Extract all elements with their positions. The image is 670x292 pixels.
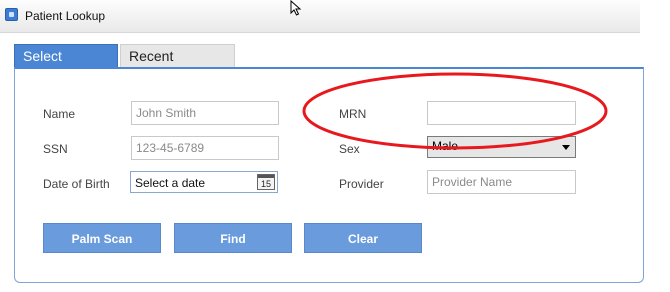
clear-button[interactable]: Clear bbox=[304, 223, 422, 253]
mrn-input[interactable] bbox=[427, 101, 576, 125]
sex-selected-value: Male bbox=[432, 139, 459, 153]
name-label: Name bbox=[43, 107, 76, 121]
provider-label: Provider bbox=[339, 177, 384, 191]
window-title: Patient Lookup bbox=[25, 9, 106, 23]
app-window-icon bbox=[5, 8, 18, 21]
mouse-cursor-icon bbox=[290, 0, 302, 16]
tab-select-patient[interactable]: Select Patient bbox=[14, 44, 118, 87]
dob-label: Date of Birth bbox=[43, 177, 110, 191]
palm-scan-button[interactable]: Palm Scan bbox=[43, 223, 161, 253]
window-titlebar: Patient Lookup bbox=[0, 0, 640, 33]
dob-date-picker[interactable]: Select a date 15 bbox=[130, 171, 278, 193]
calendar-day: 15 bbox=[260, 179, 271, 189]
name-input[interactable] bbox=[131, 101, 279, 125]
ssn-input[interactable] bbox=[131, 136, 279, 160]
provider-input[interactable] bbox=[427, 170, 576, 194]
sex-select[interactable]: Male bbox=[427, 136, 576, 158]
chevron-down-icon[interactable] bbox=[562, 145, 570, 150]
mrn-label: MRN bbox=[339, 107, 367, 121]
find-button[interactable]: Find bbox=[174, 223, 292, 253]
tab-recent-patients[interactable]: Recent Patients bbox=[120, 44, 235, 87]
calendar-icon[interactable]: 15 bbox=[257, 174, 275, 190]
dob-value: Select a date bbox=[135, 176, 206, 190]
ssn-label: SSN bbox=[43, 142, 68, 156]
sex-label: Sex bbox=[339, 142, 360, 156]
